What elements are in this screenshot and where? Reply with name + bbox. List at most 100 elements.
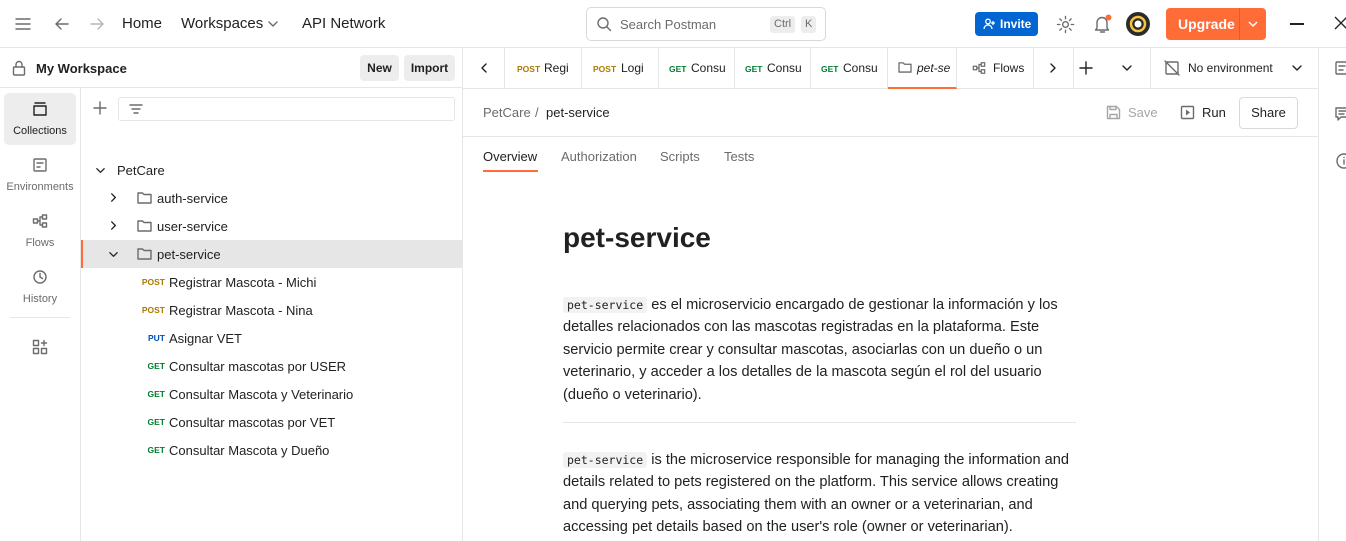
folder-icon [137,247,152,260]
collection-petcare[interactable]: PetCare [81,156,462,184]
collections-sidebar: PetCare auth-service user-service pet-se… [81,88,463,541]
description-en: pet-service is the microservice responsi… [563,452,1069,536]
doc-title: pet-service [563,222,711,253]
nav-home[interactable]: Home [122,15,162,32]
chevron-down-icon[interactable] [267,18,279,30]
minimize-icon[interactable] [1290,23,1304,25]
search-box[interactable]: Search Postman Ctrl K [586,7,826,41]
tab-tests[interactable]: Tests [724,149,754,164]
shortcut-k: K [801,16,817,33]
breadcrumb-parent[interactable]: PetCare [483,105,531,120]
comments-icon[interactable] [1335,106,1346,122]
request-item[interactable]: POST Registrar Mascota - Michi [81,268,462,296]
chevron-down-icon[interactable] [1247,18,1259,30]
tab-authorization[interactable]: Authorization [561,149,637,164]
environment-label: No environment [1188,61,1273,75]
search-placeholder: Search Postman [620,17,717,32]
run-icon [1180,105,1195,120]
breadcrumb-bar: PetCare / pet-service Save Run Share [463,89,1318,137]
folder-user-service[interactable]: user-service [81,212,462,240]
folder-icon [898,61,912,73]
filter-icon [129,102,143,116]
back-arrow-icon[interactable] [53,15,71,33]
flows-icon [972,61,986,75]
request-item[interactable]: GET Consultar mascotas por VET [81,408,462,436]
tab-scripts[interactable]: Scripts [660,149,700,164]
tab-request[interactable]: POST Regi [506,48,582,88]
rail-history[interactable]: History [4,261,76,313]
tab-flows[interactable]: Flows [958,48,1034,88]
shortcut-ctrl: Ctrl [770,16,796,33]
chevron-right-icon[interactable] [108,192,119,203]
flows-icon [32,213,48,229]
forward-arrow-icon[interactable] [88,15,106,33]
configure-sidebar-icon[interactable] [32,339,48,355]
close-icon[interactable] [1334,16,1346,30]
workspace-title: My Workspace [36,61,127,76]
info-icon[interactable] [1335,152,1346,170]
left-rail: Collections Environments Flows History [0,88,81,541]
request-item[interactable]: GET Consultar Mascota y Dueño [81,436,462,464]
top-bar: Home Workspaces API Network Search Postm… [0,0,1346,48]
description-es: pet-service es el microservicio encargad… [563,297,1058,403]
tab-pet-service[interactable]: pet-se [888,48,957,89]
code-snippet-icon[interactable] [1335,60,1346,76]
tab-request[interactable]: POST Logi [582,48,659,88]
environment-selector[interactable]: No environment [1150,48,1318,89]
selection-indicator [81,240,83,268]
environments-icon [32,157,48,173]
chevron-right-icon[interactable] [108,220,119,231]
request-item[interactable]: POST Registrar Mascota - Nina [81,296,462,324]
breadcrumb-current[interactable]: pet-service [546,105,610,120]
rail-environments[interactable]: Environments [4,149,76,201]
rail-flows[interactable]: Flows [4,205,76,257]
chevron-right-icon [1047,62,1059,74]
search-icon [596,16,612,32]
chevron-down-icon[interactable] [95,165,106,176]
collection-documentation: pet-service pet-service es el microservi… [563,222,1083,539]
chevron-down-icon [1291,62,1303,74]
history-icon [32,269,48,285]
request-item[interactable]: GET Consultar Mascota y Veterinario [81,380,462,408]
settings-gear-icon[interactable] [1056,15,1075,34]
avatar[interactable] [1125,11,1151,37]
invite-button[interactable]: Invite [975,12,1038,36]
tabs-scroll-left[interactable] [463,48,505,88]
nav-api-network[interactable]: API Network [302,15,385,32]
rail-collections[interactable]: Collections [4,93,76,145]
lock-icon [12,60,26,76]
folder-icon [137,191,152,204]
folder-auth-service[interactable]: auth-service [81,184,462,212]
tabs-scroll-right[interactable] [1034,48,1074,88]
request-item[interactable]: GET Consultar mascotas por USER [81,352,462,380]
add-user-icon [983,18,996,30]
new-tab-plus-icon[interactable] [1079,61,1093,75]
tabs-overflow-chevron-icon[interactable] [1121,62,1133,74]
divider [563,422,1076,424]
active-tab-underline [483,170,538,172]
new-button[interactable]: New [360,55,399,81]
import-button[interactable]: Import [404,55,455,81]
tab-request[interactable]: GET Consu [659,48,735,88]
menu-icon[interactable] [14,16,32,32]
add-icon[interactable] [93,101,107,115]
collections-icon [32,101,48,117]
upgrade-label: Upgrade [1178,16,1235,32]
breadcrumb-separator: / [535,105,539,120]
folder-pet-service[interactable]: pet-service [81,240,462,268]
tab-request[interactable]: GET Consu [735,48,811,88]
no-environment-icon [1164,60,1180,76]
tab-overview[interactable]: Overview [483,149,537,164]
filter-input[interactable] [118,97,455,121]
request-item[interactable]: PUT Asignar VET [81,324,462,352]
notification-bell-icon[interactable] [1093,14,1112,34]
upgrade-button[interactable]: Upgrade [1166,8,1266,40]
share-button[interactable]: Share [1239,97,1298,129]
chevron-down-icon[interactable] [108,249,119,260]
nav-workspaces[interactable]: Workspaces [181,15,263,32]
folder-icon [137,219,152,232]
invite-label: Invite [1000,17,1032,31]
tab-request[interactable]: GET Consu [811,48,888,88]
chevron-left-icon [478,62,490,74]
inline-code: pet-service [563,452,648,469]
